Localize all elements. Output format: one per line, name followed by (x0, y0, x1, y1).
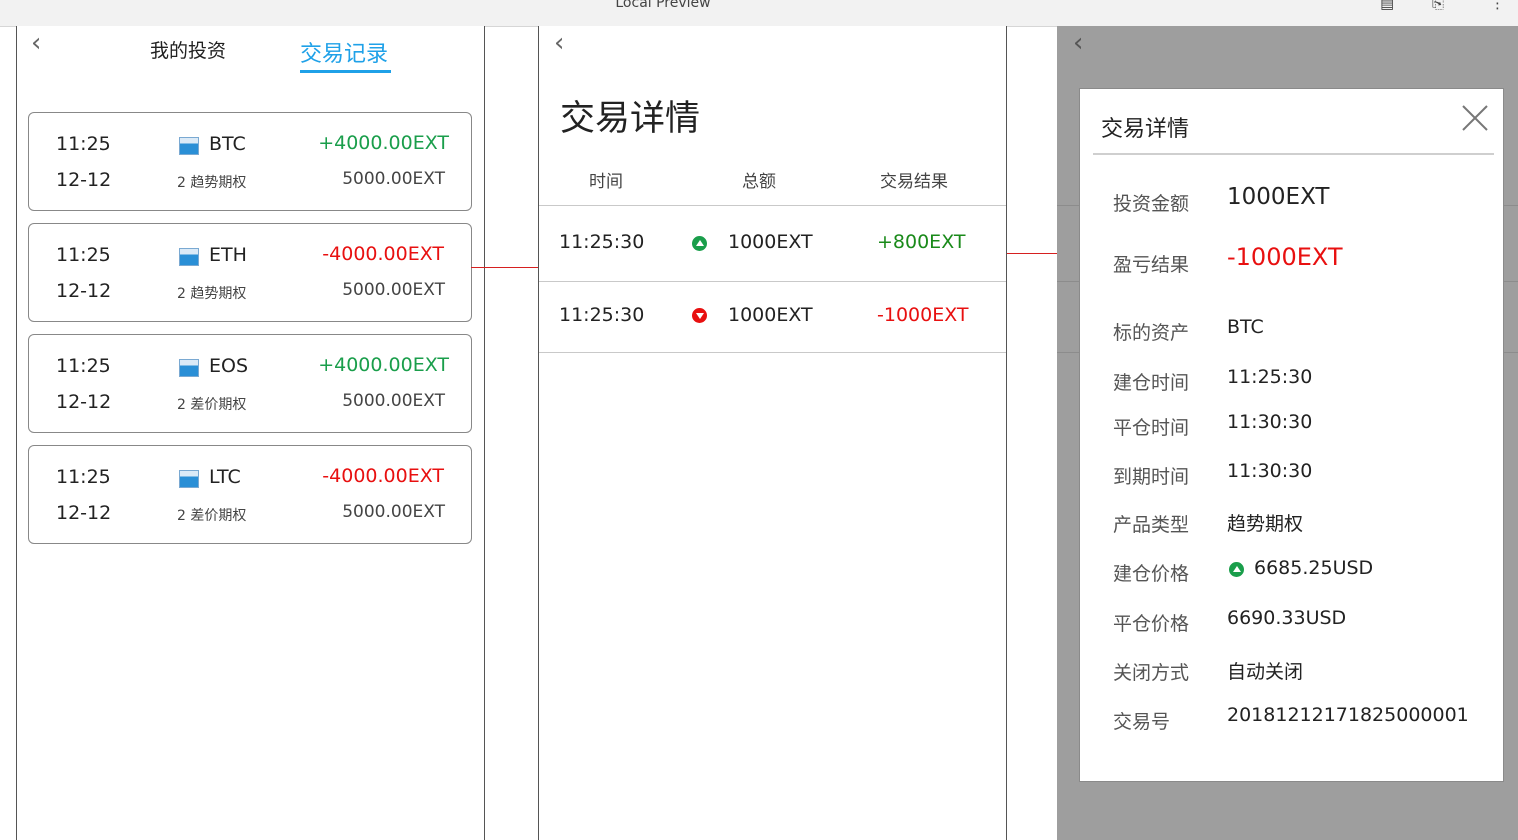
trade-detail-modal: 交易详情 投资金额 1000EXT 盈亏结果 -1000EXT 标的资产 BTC… (1079, 88, 1504, 782)
triangle-down-icon (692, 308, 707, 323)
trade-card[interactable]: 11:25 12-12 BTC 2 趋势期权 +4000.00EXT 5000.… (28, 112, 472, 211)
more-icon[interactable]: ⋮ (1490, 0, 1505, 12)
trade-card[interactable]: 11:25 12-12 LTC 2 差价期权 -4000.00EXT 5000.… (28, 445, 472, 544)
card-profit-loss: +4000.00EXT (318, 132, 449, 154)
field-value-open-price: 6685.25USD (1254, 557, 1374, 579)
field-label-trade-id: 交易号 (1113, 711, 1171, 733)
row-result: -1000EXT (877, 304, 969, 326)
card-amount: 5000.00EXT (342, 391, 445, 411)
field-value-expiry-time: 11:30:30 (1227, 460, 1313, 482)
field-label-asset: 标的资产 (1113, 322, 1190, 344)
row-time: 11:25:30 (559, 231, 645, 253)
window-title: Local Preview (615, 0, 711, 11)
back-chevron-icon[interactable]: ‹ (31, 28, 41, 58)
card-time: 11:25 (56, 466, 111, 488)
field-label-close-price: 平仓价格 (1113, 613, 1190, 635)
image-placeholder-icon (179, 137, 199, 155)
field-value-trade-id: 20181212171825000001 (1227, 704, 1469, 726)
trade-records-screen: ‹ 我的投资 交易记录 11:25 12-12 BTC 2 趋势期权 +4000… (16, 26, 485, 840)
tab-trade-records[interactable]: 交易记录 (300, 36, 388, 68)
column-header-total: 总额 (742, 172, 776, 192)
card-coin: BTC (209, 133, 246, 155)
row-total: 1000EXT (728, 304, 813, 326)
card-amount: 5000.00EXT (342, 169, 445, 189)
divider (539, 352, 1006, 353)
card-type: 2 差价期权 (177, 397, 247, 413)
field-label-product-type: 产品类型 (1113, 514, 1190, 536)
card-coin: LTC (209, 466, 241, 488)
card-time: 11:25 (56, 133, 111, 155)
field-value-open-time: 11:25:30 (1227, 366, 1313, 388)
card-profit-loss: -4000.00EXT (322, 243, 444, 265)
field-value-product-type: 趋势期权 (1227, 513, 1304, 535)
tab-my-investment[interactable]: 我的投资 (150, 36, 226, 63)
card-type: 2 趋势期权 (177, 286, 247, 302)
trade-details-screen: ‹ 交易详情 时间 总额 交易结果 11:25:30 1000EXT +800E… (538, 26, 1007, 840)
bookmark-icon[interactable]: ⎘ (1432, 0, 1444, 12)
card-date: 12-12 (56, 391, 112, 413)
field-value-close-price: 6690.33USD (1227, 607, 1347, 629)
triangle-up-icon (692, 236, 707, 251)
field-label-investment: 投资金额 (1113, 193, 1190, 215)
card-profit-loss: -4000.00EXT (322, 465, 444, 487)
card-date: 12-12 (56, 169, 112, 191)
modal-title: 交易详情 (1101, 117, 1190, 142)
card-date: 12-12 (56, 280, 112, 302)
field-label-close-method: 关闭方式 (1113, 662, 1190, 684)
card-date: 12-12 (56, 502, 112, 524)
back-chevron-icon[interactable]: ‹ (1073, 28, 1083, 58)
triangle-up-icon (1229, 562, 1244, 577)
card-amount: 5000.00EXT (342, 280, 445, 300)
table-row[interactable]: 11:25:30 1000EXT -1000EXT (539, 282, 1006, 352)
field-value-investment: 1000EXT (1227, 184, 1330, 210)
field-label-profit-loss: 盈亏结果 (1113, 254, 1190, 276)
close-icon[interactable] (1460, 103, 1490, 133)
field-label-close-time: 平仓时间 (1113, 417, 1190, 439)
window-titlebar: Local Preview ▤ ⎘ ⋮ (0, 0, 1518, 27)
image-placeholder-icon (179, 470, 199, 488)
active-tab-underline (300, 70, 391, 73)
card-coin: ETH (209, 244, 247, 266)
row-time: 11:25:30 (559, 304, 645, 326)
card-amount: 5000.00EXT (342, 502, 445, 522)
field-label-open-time: 建仓时间 (1113, 372, 1190, 394)
card-time: 11:25 (56, 244, 111, 266)
field-label-open-price: 建仓价格 (1113, 563, 1190, 585)
field-value-profit-loss: -1000EXT (1227, 243, 1343, 271)
image-placeholder-icon (179, 359, 199, 377)
field-value-asset: BTC (1227, 316, 1264, 338)
card-type: 2 趋势期权 (177, 175, 247, 191)
field-value-close-time: 11:30:30 (1227, 411, 1313, 433)
field-label-expiry-time: 到期时间 (1113, 466, 1190, 488)
card-coin: EOS (209, 355, 249, 377)
table-row[interactable]: 11:25:30 1000EXT +800EXT (539, 206, 1006, 281)
back-chevron-icon[interactable]: ‹ (554, 28, 564, 58)
trade-card[interactable]: 11:25 12-12 EOS 2 差价期权 +4000.00EXT 5000.… (28, 334, 472, 433)
trade-card[interactable]: 11:25 12-12 ETH 2 趋势期权 -4000.00EXT 5000.… (28, 223, 472, 322)
modal-divider (1093, 153, 1494, 155)
card-time: 11:25 (56, 355, 111, 377)
page-title: 交易详情 (560, 99, 701, 139)
row-result: +800EXT (877, 231, 966, 253)
column-header-time: 时间 (589, 172, 623, 192)
column-header-result: 交易结果 (880, 172, 948, 192)
row-total: 1000EXT (728, 231, 813, 253)
field-value-close-method: 自动关闭 (1227, 661, 1304, 683)
card-type: 2 差价期权 (177, 508, 247, 524)
document-icon[interactable]: ▤ (1380, 0, 1394, 12)
image-placeholder-icon (179, 248, 199, 266)
card-profit-loss: +4000.00EXT (318, 354, 449, 376)
